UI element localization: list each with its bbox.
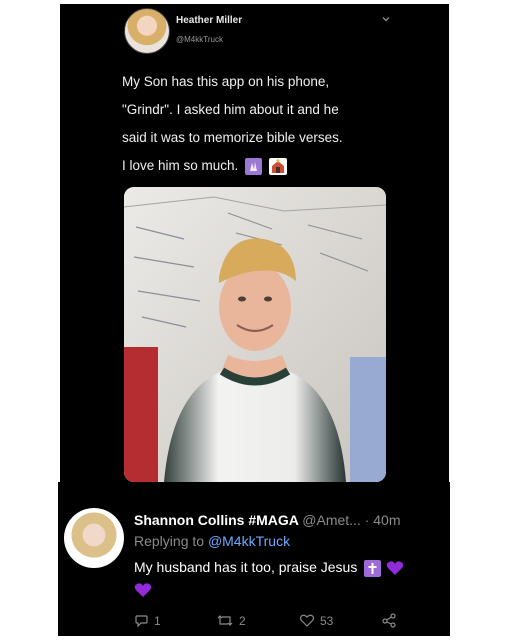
- tweet-line: I love him so much.: [122, 152, 412, 180]
- reply-text: My husband has it too, praise Jesus: [134, 559, 358, 575]
- chevron-down-icon[interactable]: [381, 14, 391, 24]
- reply-second-line: [134, 582, 152, 603]
- tweet-line: "Grindr". I asked him about it and he: [122, 102, 339, 117]
- reply-card: Shannon Collins #MAGA @Amet... · 40m Rep…: [58, 482, 450, 636]
- tweet-line: said it was to memorize bible verses.: [122, 130, 343, 145]
- church-emoji: [268, 157, 287, 175]
- reply-meta: @Amet... · 40m: [302, 512, 401, 528]
- like-count: 53: [320, 613, 334, 628]
- replying-handle[interactable]: @M4kkTruck: [208, 533, 290, 549]
- like-action[interactable]: 53: [299, 613, 333, 628]
- share-icon[interactable]: [381, 613, 397, 628]
- tweet-line: My Son has this app on his phone,: [122, 74, 330, 89]
- tweet-photo[interactable]: [124, 187, 386, 482]
- author-avatar[interactable]: [124, 8, 170, 54]
- purple-heart-emoji: [134, 583, 152, 597]
- tweet-card: Heather Miller @M4kkTruck My Son has thi…: [60, 4, 449, 482]
- replying-to: Replying to @M4kkTruck: [134, 533, 290, 549]
- reply-body: My husband has it too, praise Jesus: [134, 559, 404, 577]
- author-handle[interactable]: @M4kkTruck: [176, 35, 223, 44]
- retweet-count: 2: [239, 613, 246, 628]
- purple-heart-emoji: [386, 561, 404, 576]
- reply-author-line[interactable]: Shannon Collins #MAGA @Amet... · 40m: [134, 512, 401, 528]
- tweet-body: My Son has this app on his phone, "Grind…: [122, 68, 412, 180]
- cross-emoji: [364, 559, 382, 577]
- reply-author-name[interactable]: Shannon Collins #MAGA: [134, 512, 298, 528]
- reply-actions: 1 2 53: [134, 613, 434, 631]
- retweet-icon[interactable]: [216, 613, 234, 628]
- like-icon[interactable]: [299, 613, 315, 628]
- tweet-line-text: I love him so much.: [122, 158, 239, 173]
- reply-avatar[interactable]: [64, 508, 124, 568]
- retweet-action[interactable]: 2: [216, 613, 246, 628]
- replying-prefix: Replying to: [134, 533, 205, 549]
- share-action[interactable]: [381, 613, 397, 628]
- praying-emoji: [245, 157, 263, 175]
- reply-action[interactable]: 1: [134, 613, 161, 628]
- author-name[interactable]: Heather Miller: [176, 15, 242, 26]
- reply-count: 1: [154, 613, 161, 628]
- reply-icon[interactable]: [134, 613, 149, 628]
